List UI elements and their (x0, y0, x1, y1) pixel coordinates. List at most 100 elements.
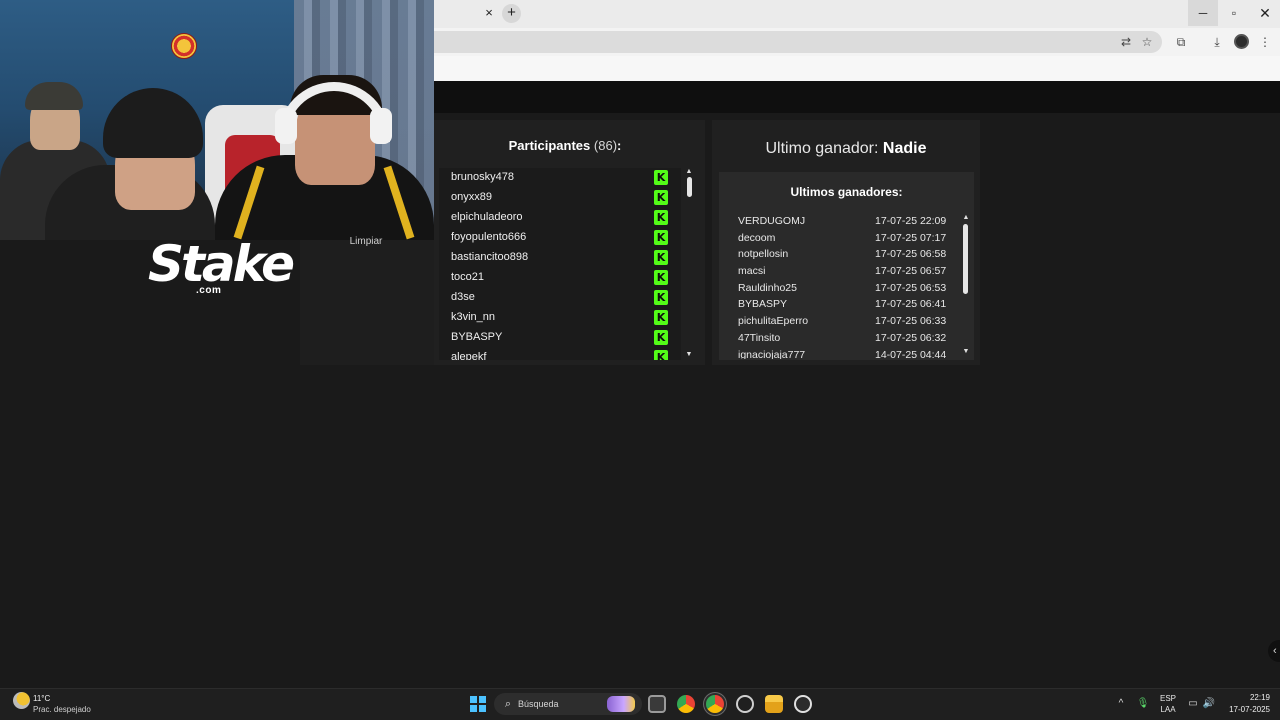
tray-overflow-chevron-icon[interactable]: ^ (1114, 697, 1128, 711)
stake-logo-suffix: .com (196, 285, 222, 296)
participant-name: bastiancitoo898 (451, 251, 529, 263)
kick-logo-icon: K (654, 270, 668, 285)
winners-scroll-down[interactable]: ▼ (962, 348, 970, 356)
winner-name: decoom (738, 231, 776, 244)
participant-name: brunosky478 (451, 171, 514, 183)
table-row: VERDUGOMJ 17-07-25 22:09 (738, 213, 958, 230)
last-winner-value: Nadie (882, 140, 927, 157)
winner-name: pichulitaEperro (738, 315, 809, 328)
clear-button[interactable]: Limpiar (312, 236, 420, 250)
table-row: pichulitaEperro 17-07-25 06:33 (738, 313, 958, 330)
winner-date: 17-07-25 22:09 (875, 215, 947, 227)
overlay-panel (300, 240, 434, 365)
table-row: Rauldinho25 17-07-25 06:53 (738, 280, 958, 297)
tab-close-icon[interactable]: × (482, 5, 496, 21)
last-winner-heading: Ultimo ganador: Nadie (712, 140, 980, 158)
winner-date: 17-07-25 06:58 (875, 248, 947, 261)
weather-description[interactable]: Prac. despejado (33, 705, 91, 714)
screen: × + ─ ▫ ✕ ⇄ ☆ ⧉ ⤓ ⋮ Participantes (86): … (0, 0, 1280, 720)
weather-temperature[interactable]: 11°C (33, 694, 50, 703)
translate-icon[interactable]: ⇄ (1117, 33, 1135, 51)
winner-date: 17-07-25 06:53 (875, 281, 947, 294)
list-item: foyopulento666 K (439, 228, 681, 248)
participant-name: foyopulento666 (451, 231, 527, 243)
microphone-icon[interactable]: 🎙 (1136, 697, 1150, 711)
winner-name: BYBASPY (738, 298, 788, 311)
participants-title-label: Participantes (508, 138, 591, 153)
winner-date: 17-07-25 06:32 (875, 331, 947, 344)
stake-logo-word: Stake (148, 235, 295, 293)
club-crest-icon (171, 33, 197, 59)
winner-name: Rauldinho25 (738, 281, 797, 294)
participants-count: (86) (593, 138, 618, 153)
participants-scroll-up[interactable]: ▲ (685, 168, 693, 176)
stake-logo: Stake .com (148, 235, 295, 298)
headset-cup (275, 108, 297, 144)
participant-name: toco21 (451, 271, 485, 283)
beanie (103, 88, 203, 158)
winner-name: macsi (738, 265, 766, 278)
search-highlight-icon (607, 696, 635, 712)
list-item: elpichuladeoro K (439, 208, 681, 228)
site-header (434, 81, 1280, 113)
last-winner-label: Ultimo ganador: (765, 140, 879, 157)
address-bar[interactable] (434, 31, 1162, 53)
browser-tab-strip (434, 0, 1280, 28)
volume-icon[interactable]: 🔊 (1202, 697, 1216, 711)
cap (25, 82, 83, 110)
winner-name: notpellosin (738, 248, 789, 261)
chrome-profile-icon[interactable] (706, 695, 724, 713)
browser-menu-icon[interactable]: ⋮ (1256, 33, 1274, 51)
language-code[interactable]: ESP (1158, 694, 1178, 703)
participant-name: BYBASPY (451, 331, 503, 343)
window-maximize-button[interactable]: ▫ (1219, 0, 1249, 26)
new-tab-button[interactable]: + (502, 4, 521, 23)
list-item: onyxx89 K (439, 188, 681, 208)
kick-logo-icon: K (654, 230, 668, 245)
download-icon[interactable]: ⤓ (1208, 33, 1226, 51)
bookmarks-bar (434, 56, 1280, 81)
kick-logo-icon: K (654, 210, 668, 225)
app-icon[interactable] (736, 695, 754, 713)
winner-name: ignaciojaja777 (738, 348, 806, 360)
media-player-icon[interactable] (794, 695, 812, 713)
side-panel-chevron-icon[interactable]: ‹ (1268, 640, 1280, 662)
weather-icon[interactable] (13, 692, 30, 709)
list-item: toco21 K (439, 268, 681, 288)
participants-list[interactable]: brunosky478 K onyxx89 K elpichuladeoro K fo… (439, 168, 681, 360)
participant-name: elpichuladeoro (451, 211, 523, 223)
window-close-button[interactable]: ✕ (1250, 0, 1280, 26)
clock-time[interactable]: 22:19 (1236, 693, 1270, 702)
window-minimize-button[interactable]: ─ (1188, 0, 1218, 26)
winner-name: 47Tinsito (738, 331, 781, 344)
table-row: ignaciojaja777 14-07-25 04:44 (738, 347, 958, 360)
table-row: notpellosin 17-07-25 06:58 (738, 246, 958, 263)
clock-date[interactable]: 17-07-2025 (1220, 705, 1270, 714)
headset-cup (370, 108, 392, 144)
winners-list[interactable]: VERDUGOMJ 17-07-25 22:09 decoom 17-07-25 0… (738, 213, 958, 359)
extensions-icon[interactable]: ⧉ (1172, 33, 1190, 51)
task-view-icon[interactable] (648, 695, 666, 713)
bookmark-star-icon[interactable]: ☆ (1138, 33, 1156, 51)
network-icon[interactable]: ▭ (1186, 697, 1200, 711)
profile-avatar[interactable] (1234, 34, 1249, 49)
file-explorer-icon[interactable] (765, 695, 783, 713)
participant-name: d3se (451, 291, 475, 303)
winners-scroll-up[interactable]: ▲ (962, 214, 970, 222)
windows-start-icon[interactable] (470, 696, 486, 712)
kick-logo-icon: K (654, 290, 668, 305)
chrome-icon[interactable] (677, 695, 695, 713)
keyboard-layout[interactable]: LAA (1158, 705, 1178, 714)
winners-scrollbar-thumb[interactable] (963, 224, 968, 294)
kick-logo-icon: K (654, 250, 668, 265)
kick-logo-icon: K (654, 310, 668, 325)
participant-name: alepekf (451, 351, 487, 360)
participants-scrollbar-thumb[interactable] (687, 177, 692, 197)
table-row: 47Tinsito 17-07-25 06:32 (738, 330, 958, 347)
kick-logo-icon: K (654, 190, 668, 205)
participant-name: onyxx89 (451, 191, 492, 203)
participants-scroll-down[interactable]: ▼ (685, 351, 693, 359)
search-icon: ⌕ (504, 698, 512, 710)
participant-name: k3vin_nn (451, 311, 496, 323)
participants-title-colon: : (617, 138, 622, 153)
